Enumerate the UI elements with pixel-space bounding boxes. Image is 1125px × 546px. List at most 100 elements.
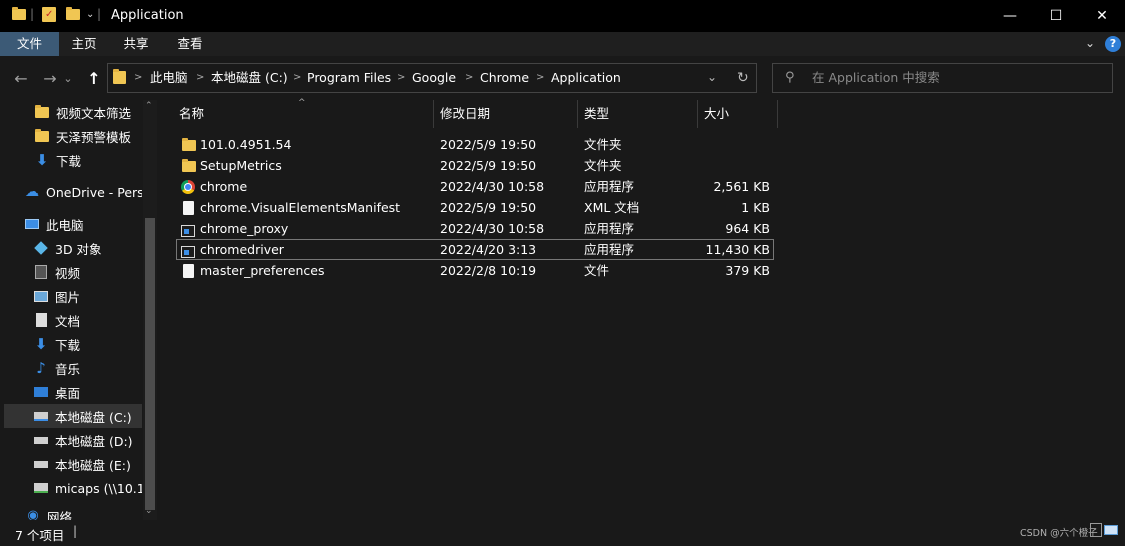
breadcrumb-drive-c[interactable]: 本地磁盘 (C:) — [211, 63, 288, 93]
search-placeholder: 在 Application 中搜索 — [812, 70, 940, 85]
xml-file-icon — [183, 200, 194, 215]
folder-icon — [34, 128, 50, 144]
maximize-button[interactable]: ☐ — [1033, 0, 1079, 32]
scroll-down-icon[interactable]: ⌄ — [145, 506, 153, 516]
breadcrumb-this-pc[interactable]: 此电脑 — [150, 63, 188, 93]
sidebar-item-onedrive[interactable]: ☁ OneDrive - Personal — [0, 180, 142, 204]
tab-home[interactable]: 主页 — [59, 32, 109, 56]
file-size: 379 KB — [725, 263, 770, 278]
file-size: 2,561 KB — [713, 179, 770, 194]
sidebar-item-video-text[interactable]: 视频文本筛选 — [0, 100, 142, 124]
file-row[interactable]: chrome 2022/4/30 10:58 应用程序 2,561 KB — [176, 176, 774, 197]
large-icons-view-icon[interactable] — [1104, 525, 1118, 535]
file-type: 文件 — [584, 263, 610, 278]
breadcrumb-google[interactable]: Google — [412, 63, 456, 93]
file-type: 应用程序 — [584, 221, 635, 236]
expand-ribbon-icon[interactable]: ⌄ — [1085, 36, 1095, 50]
network-icon: ◉ — [27, 507, 39, 521]
sidebar-item-3d-objects[interactable]: 3D 对象 — [0, 236, 142, 260]
tab-view[interactable]: 查看 — [165, 32, 215, 56]
column-divider[interactable] — [577, 100, 578, 128]
file-row[interactable]: chrome_proxy 2022/4/30 10:58 应用程序 964 KB — [176, 218, 774, 239]
breadcrumb-program-files[interactable]: Program Files — [307, 63, 391, 93]
file-date: 2022/5/9 19:50 — [440, 200, 537, 215]
sidebar-item-downloads[interactable]: ⬇ 下载 — [0, 332, 142, 356]
sidebar-item-pictures[interactable]: 图片 — [0, 284, 142, 308]
recent-locations-button[interactable]: ⌄ — [62, 68, 74, 88]
up-button[interactable]: ↑ — [84, 68, 104, 88]
sidebar-item-network[interactable]: ◉ 网络 — [0, 507, 142, 521]
maximize-icon: ☐ — [1049, 8, 1063, 24]
separator: | — [30, 7, 35, 21]
column-divider[interactable] — [777, 100, 778, 128]
folder-icon — [182, 136, 196, 157]
sidebar-item-downloads-quick[interactable]: ⬇ 下载 — [0, 148, 142, 172]
address-dropdown-icon[interactable]: ⌄ — [707, 70, 717, 84]
sidebar-item-documents[interactable]: 文档 — [0, 308, 142, 332]
videos-icon — [33, 264, 49, 280]
file-date: 2022/4/30 10:58 — [440, 221, 545, 236]
chevron-down-icon: ⌄ — [63, 71, 73, 85]
refresh-icon[interactable]: ↻ — [737, 70, 749, 86]
breadcrumb-separator: > — [397, 72, 406, 83]
breadcrumb-chrome[interactable]: Chrome — [480, 63, 529, 93]
column-date-header[interactable]: 修改日期 — [440, 100, 570, 128]
file-size — [696, 155, 770, 176]
back-button[interactable]: ← — [11, 68, 31, 88]
search-icon: ⚲ — [785, 70, 795, 85]
file-type: 应用程序 — [584, 242, 635, 257]
sidebar-scroll-thumb[interactable] — [145, 218, 155, 510]
sidebar-item-drive-e[interactable]: 本地磁盘 (E:) — [0, 452, 142, 476]
drive-icon — [33, 456, 49, 472]
column-divider[interactable] — [697, 100, 698, 128]
sidebar-item-this-pc[interactable]: 此电脑 — [0, 212, 142, 236]
file-row[interactable]: 101.0.4951.54 2022/5/9 19:50 文件夹 — [176, 134, 774, 155]
file-row[interactable]: chrome.VisualElementsManifest 2022/5/9 1… — [176, 197, 774, 218]
column-size-header[interactable]: 大小 — [704, 100, 774, 128]
folder-icon — [34, 104, 50, 120]
folder-icon — [182, 157, 196, 178]
column-name-header[interactable]: 名称 — [179, 100, 429, 128]
folder-icon — [12, 7, 26, 22]
file-row-selected[interactable]: chromedriver 2022/4/20 3:13 应用程序 11,430 … — [176, 239, 774, 260]
file-date: 2022/2/8 10:19 — [440, 263, 537, 278]
breadcrumb-separator: > — [134, 72, 143, 83]
help-icon[interactable]: ? — [1105, 36, 1121, 52]
status-bar — [0, 520, 1125, 546]
file-size: 11,430 KB — [705, 242, 770, 257]
close-button[interactable]: ✕ — [1079, 0, 1125, 32]
sidebar-item-desktop[interactable]: 桌面 — [0, 380, 142, 404]
tab-file[interactable]: 文件 — [0, 32, 59, 56]
music-icon: ♪ — [36, 359, 46, 377]
column-type-header[interactable]: 类型 — [584, 100, 694, 128]
arrow-left-icon: ← — [14, 68, 28, 88]
separator: | — [97, 7, 102, 21]
details-view-icon[interactable] — [1090, 523, 1102, 537]
sidebar-item-micaps[interactable]: micaps (\\10.10 — [0, 476, 142, 500]
exe-icon — [181, 222, 195, 237]
sidebar-item-music[interactable]: ♪ 音乐 — [0, 356, 142, 380]
minimize-button[interactable]: — — [987, 0, 1033, 32]
onedrive-icon: ☁ — [25, 184, 39, 200]
column-divider[interactable] — [433, 100, 434, 128]
file-row[interactable]: master_preferences 2022/2/8 10:19 文件 379… — [176, 260, 774, 281]
customize-quick-access-icon[interactable]: ⌄ — [86, 9, 94, 20]
tab-share[interactable]: 共享 — [111, 32, 161, 56]
properties-icon[interactable]: ✓ — [42, 7, 56, 22]
sidebar-item-videos[interactable]: 视频 — [0, 260, 142, 284]
file-row[interactable]: SetupMetrics 2022/5/9 19:50 文件夹 — [176, 155, 774, 176]
forward-button[interactable]: → — [40, 68, 60, 88]
file-date: 2022/5/9 19:50 — [440, 158, 537, 173]
breadcrumb-application[interactable]: Application — [551, 63, 621, 93]
file-date: 2022/4/30 10:58 — [440, 179, 545, 194]
new-folder-icon[interactable] — [66, 7, 80, 22]
chrome-icon — [181, 179, 195, 194]
sidebar-item-drive-d[interactable]: 本地磁盘 (D:) — [0, 428, 142, 452]
file-type: 文件夹 — [584, 137, 622, 152]
sidebar-item-drive-c[interactable]: 本地磁盘 (C:) — [4, 404, 142, 428]
sidebar-item-tianze-template[interactable]: 天泽预警模板 — [0, 124, 142, 148]
folder-icon — [113, 69, 126, 87]
item-count: 7 个项目 — [15, 528, 65, 543]
scroll-up-icon[interactable]: ⌃ — [145, 101, 153, 111]
drive-c-icon — [33, 408, 49, 424]
